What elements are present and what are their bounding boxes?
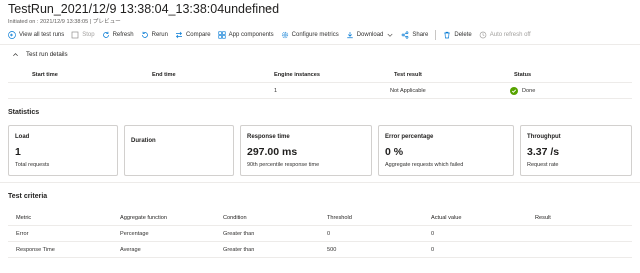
metric-cell: Response Time xyxy=(16,247,55,253)
column-header: Condition xyxy=(223,215,247,221)
column-header: Aggregate function xyxy=(120,215,167,221)
aggregate-cell: Average xyxy=(120,247,141,253)
threshold-cell: 0 xyxy=(327,231,331,237)
actual-value-cell: 0 xyxy=(431,231,435,237)
column-header: Actual value xyxy=(431,215,462,221)
column-header: Metric xyxy=(16,215,32,221)
condition-cell: Greater than xyxy=(223,247,255,253)
condition-cell: Greater than xyxy=(223,231,255,237)
column-header: Result xyxy=(535,215,551,221)
row-divider xyxy=(8,225,632,226)
threshold-cell: 500 xyxy=(327,247,337,253)
aggregate-cell: Percentage xyxy=(120,231,149,237)
row-divider xyxy=(8,241,632,242)
actual-value-cell: 0 xyxy=(431,247,435,253)
column-header: Threshold xyxy=(327,215,352,221)
metric-cell: Error xyxy=(16,231,29,237)
row-divider xyxy=(8,257,632,258)
test-criteria-table: Metric Aggregate function Condition Thre… xyxy=(0,0,640,273)
